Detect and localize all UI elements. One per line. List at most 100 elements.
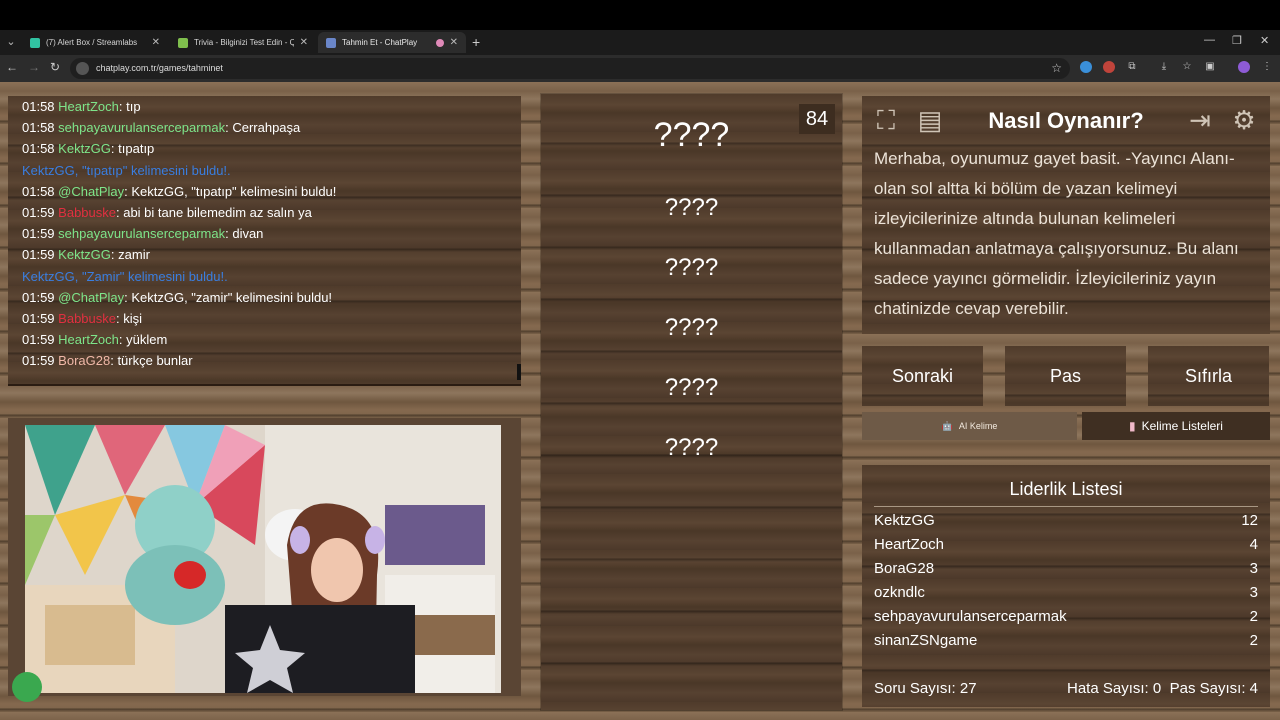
chat-username[interactable]: KektzGG [58, 247, 111, 262]
reset-button[interactable]: Sıfırla [1148, 346, 1269, 406]
pass-button[interactable]: Pas [1005, 346, 1126, 406]
chat-text: : türkçe bunlar [110, 353, 193, 369]
chat-username[interactable]: Babbuske [58, 205, 116, 220]
chat-text: : zamir [110, 247, 150, 263]
chat-username[interactable]: BoraG28 [58, 353, 110, 368]
close-tab-icon[interactable]: ✕ [152, 37, 160, 48]
chat-username[interactable]: HeartZoch [58, 99, 119, 114]
chat-username[interactable]: @ChatPlay [58, 184, 124, 199]
chat-message: 01:59 Babbuske: kişi [22, 308, 517, 329]
how-to-play-title: Nasıl Oynanır? [988, 108, 1144, 133]
download-icon[interactable]: ⤓ [1158, 61, 1170, 73]
chat-message: KektzGG, "tıpatıp" kelimesini buldu!. [22, 160, 517, 181]
chat-text: : KektzGG, "tıpatıp" kelimesini buldu! [124, 183, 337, 199]
extension-icon[interactable] [1103, 61, 1115, 73]
restore-icon[interactable]: ❐ [1232, 34, 1242, 47]
word-lists-button[interactable]: ▮ Kelime Listeleri [1082, 412, 1270, 440]
forbidden-word: ???? [664, 194, 719, 221]
chat-timestamp: 01:58 [22, 120, 55, 136]
extensions-puzzle-icon[interactable]: ⧉ [1126, 61, 1138, 73]
fullscreen-icon[interactable]: ⛶ [870, 104, 902, 136]
tab-alert-box[interactable]: (7) Alert Box / Streamlabs ✕ [22, 32, 168, 53]
new-tab-plus-icon[interactable]: + [472, 34, 480, 50]
chat-username[interactable]: sehpayavurulanserceparmak [58, 120, 225, 135]
site-info-icon[interactable] [76, 62, 89, 75]
document-icon[interactable]: ▤ [914, 104, 946, 136]
game-stats: Soru Sayısı: 27 Hata Sayısı: 0 Pas Sayıs… [874, 677, 1258, 701]
notebook-icon: ▮ [1129, 419, 1136, 433]
leaderboard-row: sinanZSNgame 2 [874, 632, 1258, 649]
chat-username[interactable]: Babbuske [58, 311, 116, 326]
close-tab-icon[interactable]: ✕ [450, 37, 458, 48]
bookmark-star-icon[interactable]: ☆ [1051, 61, 1062, 75]
close-tab-icon[interactable]: ✕ [300, 37, 308, 48]
leaderboard-row: ozkndlc 3 [874, 584, 1258, 601]
forward-arrow-icon[interactable]: → [28, 60, 40, 74]
chat-lines: 01:58 HeartZoch: tıp 01:58 sehpayavurulan… [22, 96, 517, 371]
tab-tahmin-et[interactable]: Tahmin Et - ChatPlay ✕ [318, 32, 466, 53]
chat-timestamp: 01:59 [22, 204, 55, 220]
trivia-favicon-icon [178, 37, 188, 48]
how-to-play-text: Merhaba, oyunumuz gayet basit. -Yayıncı … [874, 149, 1239, 318]
chat-text: : divan [225, 226, 264, 242]
chat-message: 01:59 HeartZoch: yüklem [22, 329, 517, 350]
webcam-frame [8, 418, 521, 696]
chat-text: : KektzGG, "zamir" kelimesini buldu! [124, 289, 333, 305]
leaderboard-title: Liderlik Listesi [874, 479, 1258, 507]
bookmarks-icon[interactable]: ☆ [1181, 61, 1193, 73]
chat-text: : abi bi tane bilemedim az salın ya [116, 204, 312, 220]
chat-scrollbar[interactable] [517, 364, 521, 380]
chat-message: 01:59 sehpayavurulanserceparmak: divan [22, 223, 517, 244]
minimize-icon[interactable]: — [1204, 34, 1215, 46]
tab-trivia[interactable]: Trivia - Bilginizi Test Edin - Qui ✕ [170, 32, 316, 53]
chat-username[interactable]: @ChatPlay [58, 290, 124, 305]
leaderboard-row: KektzGG 12 [874, 512, 1258, 529]
forbidden-word: ???? [664, 374, 719, 401]
ai-word-button[interactable]: 🤖 AI Kelime [862, 412, 1077, 440]
chat-message: 01:58 sehpayavurulanserceparmak: Cerrahp… [22, 117, 517, 138]
forbidden-word: ???? [664, 314, 719, 341]
tab-search-icon[interactable]: ⌄ [4, 34, 18, 50]
forbidden-word: ???? [664, 434, 719, 461]
chat-username[interactable]: sehpayavurulanserceparmak [58, 226, 225, 241]
menu-kebab-icon[interactable]: ⋮ [1261, 61, 1273, 73]
chat-toggle-circle-button[interactable] [12, 672, 42, 702]
close-window-icon[interactable]: ✕ [1260, 34, 1269, 47]
chat-username[interactable]: KektzGG [58, 141, 111, 156]
chat-timestamp: 01:59 [22, 226, 55, 242]
pass-count: Pas Sayısı: 4 [1169, 680, 1258, 697]
chat-username[interactable]: KektzGG, "Zamir" kelimesini buldu!. [22, 269, 228, 284]
back-arrow-icon[interactable]: ← [6, 60, 18, 74]
extension-icon[interactable] [1080, 61, 1092, 73]
chat-message: 01:59 BoraG28: türkçe bunlar [22, 350, 517, 371]
address-bar: ← → ↻ chatplay.com.tr/games/tahminet ☆ ⧉… [0, 55, 1280, 82]
streamlabs-favicon-icon [30, 37, 40, 48]
settings-gear-icon[interactable]: ⚙ [1228, 104, 1260, 136]
chat-timestamp: 01:59 [22, 247, 55, 263]
recording-indicator-icon [435, 38, 444, 47]
chat-text: : tıpatıp [110, 141, 155, 157]
leaderboard-panel: Liderlik Listesi KektzGG 12 HeartZoch 4 … [862, 465, 1270, 707]
chat-message: 01:58 KektzGG: tıpatıp [22, 138, 517, 159]
reload-icon[interactable]: ↻ [50, 60, 60, 74]
logout-icon[interactable]: ⇥ [1184, 104, 1216, 136]
chat-timestamp: 01:59 [22, 353, 55, 369]
chat-timestamp: 01:59 [22, 310, 55, 326]
chat-message: 01:58 HeartZoch: tıp [22, 96, 517, 117]
profile-avatar-icon[interactable] [1238, 61, 1250, 73]
chat-message: 01:59 KektzGG: zamir [22, 244, 517, 265]
webcam-video [25, 425, 501, 693]
tab-groups-icon[interactable]: ▣ [1204, 61, 1216, 73]
forbidden-word: ???? [664, 254, 719, 281]
robot-icon: 🤖 [941, 420, 953, 431]
chat-timestamp: 01:58 [22, 99, 55, 114]
url-field[interactable]: chatplay.com.tr/games/tahminet ☆ [70, 58, 1070, 79]
chat-username[interactable]: KektzGG, "tıpatıp" kelimesini buldu!. [22, 163, 231, 178]
chat-text: : kişi [116, 310, 142, 326]
error-count: Hata Sayısı: 0 [1067, 680, 1162, 697]
next-button[interactable]: Sonraki [862, 346, 983, 406]
chat-username[interactable]: HeartZoch [58, 332, 119, 347]
chat-message: 01:59 Babbuske: abi bi tane bilemedim az… [22, 202, 517, 223]
tab-strip: ⌄ (7) Alert Box / Streamlabs ✕ Trivia - … [0, 30, 1280, 55]
browser-tab-bar: ⌄ (7) Alert Box / Streamlabs ✕ Trivia - … [0, 0, 1280, 55]
